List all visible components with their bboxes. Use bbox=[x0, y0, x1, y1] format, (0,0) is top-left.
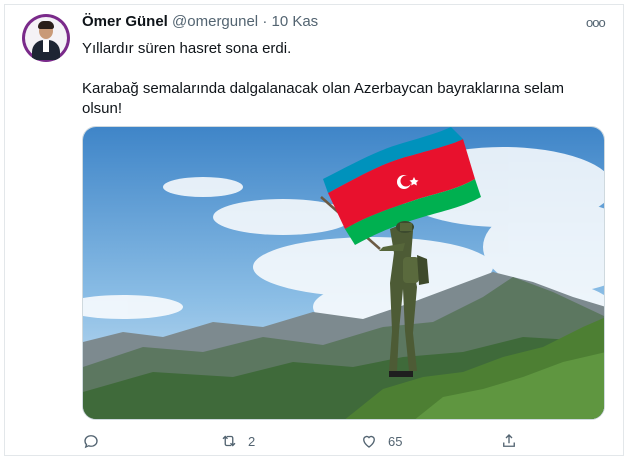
share-icon bbox=[503, 434, 515, 447]
tweet-text-line-1: Yıllardır süren hasret sona erdi. bbox=[82, 40, 292, 57]
author-handle[interactable]: @omergunel bbox=[172, 13, 258, 30]
separator-dot: · bbox=[262, 13, 268, 30]
like-count: 65 bbox=[388, 433, 403, 449]
like-icon bbox=[363, 435, 375, 448]
more-options-icon[interactable]: ooo bbox=[586, 15, 606, 30]
avatar[interactable] bbox=[22, 14, 70, 62]
tweet-date[interactable]: 10 Kas bbox=[271, 13, 318, 30]
retweet-button[interactable]: 2 bbox=[220, 432, 255, 450]
like-button[interactable]: 65 bbox=[360, 432, 402, 450]
tweet-image[interactable] bbox=[82, 126, 605, 420]
retweet-count: 2 bbox=[248, 433, 256, 449]
share-button[interactable] bbox=[500, 432, 518, 450]
reply-button[interactable] bbox=[82, 432, 110, 450]
retweet-icon bbox=[222, 435, 236, 447]
tweet-text: Yıllardır süren hasret sona erdi. Karaba… bbox=[82, 39, 582, 119]
reply-icon bbox=[84, 435, 98, 449]
azerbaijan-flag-emoji-icon bbox=[126, 103, 143, 115]
tweet-header: Ömer Günel @omergunel · 10 Kas bbox=[82, 13, 318, 30]
tweet-text-line-2: Karabağ semalarında dalgalanacak olan Az… bbox=[82, 80, 564, 117]
tweet-actions: 2 65 bbox=[82, 432, 522, 452]
author-name[interactable]: Ömer Günel bbox=[82, 13, 168, 30]
